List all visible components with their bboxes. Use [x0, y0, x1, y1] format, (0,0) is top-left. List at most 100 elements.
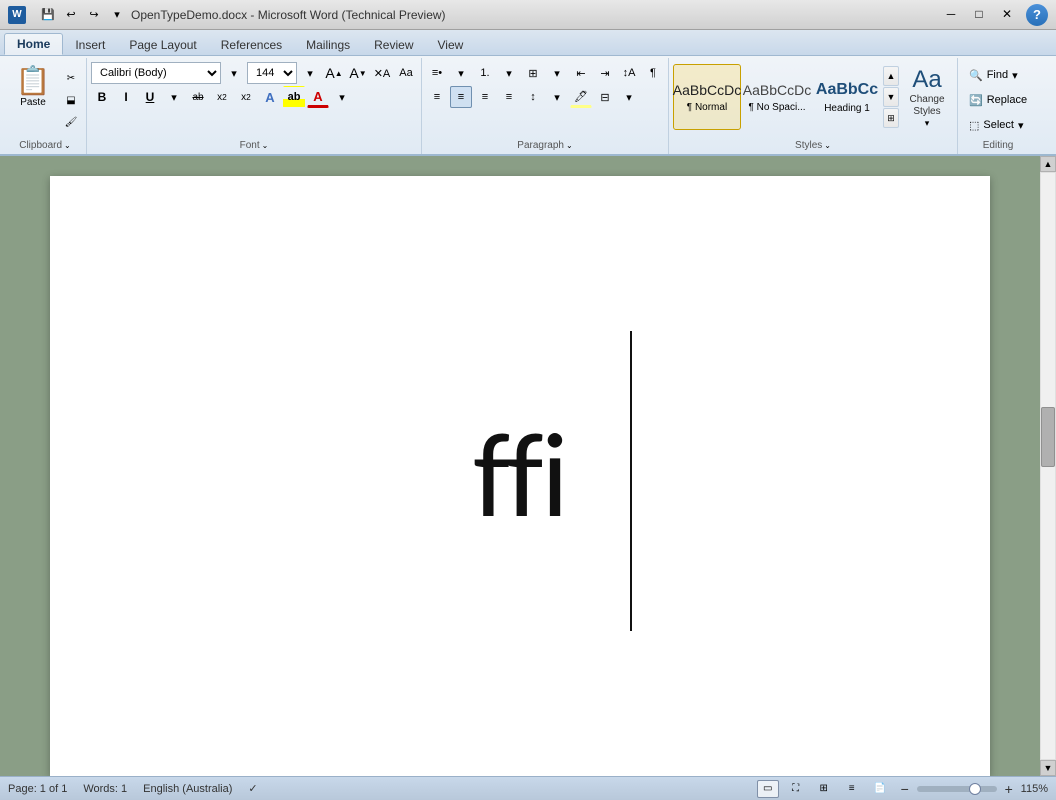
text-color-btn[interactable]: A — [307, 86, 329, 108]
clipboard-area: 📋 Paste ✂ ⬓ 🖌 — [8, 60, 82, 132]
tab-insert[interactable]: Insert — [63, 35, 117, 55]
strikethrough-button[interactable]: ab — [187, 86, 209, 108]
font-size-dropdown[interactable]: ▾ — [299, 62, 321, 84]
multilevel-btn[interactable]: ⊞ — [522, 62, 544, 84]
font-group-label: Font — [240, 140, 260, 151]
scroll-track[interactable] — [1041, 173, 1055, 759]
align-right-btn[interactable]: ≡ — [474, 86, 496, 108]
print-layout-btn[interactable]: ▭ — [757, 780, 779, 798]
document-area[interactable]: ffi — [0, 156, 1040, 776]
help-button[interactable]: ? — [1026, 4, 1048, 26]
styles-expand-btn[interactable]: ⊞ — [883, 108, 899, 128]
text-effects-btn[interactable]: A — [259, 86, 281, 108]
redo-quick-btn[interactable]: ↪ — [84, 5, 104, 25]
language-info: English (Australia) — [143, 783, 232, 795]
document-content[interactable]: ffi — [50, 176, 990, 776]
paragraph-expand-icon[interactable]: ⌄ — [566, 141, 573, 150]
title-bar: W 💾 ↩ ↪ ▾ OpenTypeDemo.docx - Microsoft … — [0, 0, 1056, 30]
style-heading1[interactable]: AaBbCc Heading 1 — [813, 64, 881, 130]
numbering-btn[interactable]: 1. — [474, 62, 496, 84]
increase-font-btn[interactable]: A▲ — [323, 62, 345, 84]
minimize-button[interactable]: ─ — [938, 4, 964, 24]
web-layout-btn[interactable]: ⊞ — [813, 780, 835, 798]
full-screen-btn[interactable]: ⛶ — [785, 780, 807, 798]
document-page[interactable]: ffi — [50, 176, 990, 776]
language-check-icon: ✓ — [248, 782, 257, 795]
tab-home[interactable]: Home — [4, 33, 63, 55]
styles-expand-icon[interactable]: ⌄ — [824, 141, 831, 150]
font-expand-icon[interactable]: ⌄ — [262, 141, 269, 150]
show-hide-btn[interactable]: ¶ — [642, 62, 664, 84]
borders-btn[interactable]: ⊟ — [594, 86, 616, 108]
tab-view[interactable]: View — [426, 35, 476, 55]
scroll-down-button[interactable]: ▼ — [1040, 760, 1056, 776]
line-spacing-btn[interactable]: ↕ — [522, 86, 544, 108]
text-highlight-btn[interactable]: ab — [283, 86, 305, 108]
italic-button[interactable]: I — [115, 86, 137, 108]
multilevel-dropdown[interactable]: ▾ — [546, 62, 568, 84]
decrease-font-btn[interactable]: A▼ — [347, 62, 369, 84]
bullets-dropdown[interactable]: ▾ — [450, 62, 472, 84]
zoom-out-btn[interactable]: − — [897, 781, 913, 797]
scroll-thumb[interactable] — [1041, 407, 1055, 467]
cut-button[interactable]: ✂ — [60, 68, 82, 88]
paste-button[interactable]: 📋 Paste — [8, 64, 58, 128]
align-center-btn[interactable]: ≡ — [450, 86, 472, 108]
change-styles-dropdown[interactable]: ▾ — [925, 118, 930, 129]
bold-button[interactable]: B — [91, 86, 113, 108]
styles-scroll-down[interactable]: ▼ — [883, 87, 899, 107]
title-bar-title: OpenTypeDemo.docx - Microsoft Word (Tech… — [131, 8, 446, 22]
para-row-2: ≡ ≡ ≡ ≡ ↕ ▾ 🖊 ⊟ ▾ — [426, 86, 664, 108]
scroll-up-button[interactable]: ▲ — [1040, 156, 1056, 172]
copy-button[interactable]: ⬓ — [60, 90, 82, 110]
bullets-btn[interactable]: ≡• — [426, 62, 448, 84]
font-size-select[interactable]: 144 — [247, 62, 297, 84]
select-dropdown[interactable]: ▾ — [1018, 119, 1024, 132]
font-name-select[interactable]: Calibri (Body) — [91, 62, 221, 84]
clipboard-expand-icon[interactable]: ⌄ — [64, 141, 71, 150]
numbering-dropdown[interactable]: ▾ — [498, 62, 520, 84]
document-text[interactable]: ffi — [473, 416, 567, 536]
style-no-spacing[interactable]: AaBbCcDc ¶ No Spaci... — [743, 64, 811, 130]
undo-quick-btn[interactable]: ↩ — [61, 5, 81, 25]
align-left-btn[interactable]: ≡ — [426, 86, 448, 108]
decrease-indent-btn[interactable]: ⇤ — [570, 62, 592, 84]
vertical-scrollbar[interactable]: ▲ ▼ — [1040, 156, 1056, 776]
justify-btn[interactable]: ≡ — [498, 86, 520, 108]
select-button[interactable]: ⬚ Select ▾ — [962, 114, 1034, 136]
text-color-dropdown[interactable]: ▾ — [331, 86, 353, 108]
quick-access-dropdown[interactable]: ▾ — [107, 5, 127, 25]
styles-scroll-up[interactable]: ▲ — [883, 66, 899, 86]
borders-dropdown[interactable]: ▾ — [618, 86, 640, 108]
line-spacing-dropdown[interactable]: ▾ — [546, 86, 568, 108]
change-styles-button[interactable]: Aa ChangeStyles ▾ — [901, 64, 953, 130]
tab-review[interactable]: Review — [362, 35, 425, 55]
zoom-in-btn[interactable]: + — [1001, 781, 1017, 797]
increase-indent-btn[interactable]: ⇥ — [594, 62, 616, 84]
zoom-controls: − + 115% — [897, 781, 1048, 797]
style-normal[interactable]: AaBbCcDc ¶ Normal — [673, 64, 741, 130]
superscript-button[interactable]: x2 — [235, 86, 257, 108]
save-quick-btn[interactable]: 💾 — [38, 5, 58, 25]
sort-btn[interactable]: ↕A — [618, 62, 640, 84]
replace-button[interactable]: 🔄 Replace — [962, 89, 1034, 111]
find-button[interactable]: 🔍 Find ▾ — [962, 64, 1034, 86]
format-painter-button[interactable]: 🖌 — [60, 112, 82, 132]
zoom-slider-thumb[interactable] — [969, 783, 981, 795]
shading-btn[interactable]: 🖊 — [570, 86, 592, 108]
tab-page-layout[interactable]: Page Layout — [117, 35, 208, 55]
find-dropdown[interactable]: ▾ — [1012, 69, 1018, 82]
close-button[interactable]: ✕ — [994, 4, 1020, 24]
tab-mailings[interactable]: Mailings — [294, 35, 362, 55]
underline-dropdown[interactable]: ▾ — [163, 86, 185, 108]
tab-references[interactable]: References — [209, 35, 294, 55]
subscript-button[interactable]: x2 — [211, 86, 233, 108]
clear-format-btn[interactable]: ✕A — [371, 62, 393, 84]
draft-btn[interactable]: 📄 — [869, 780, 891, 798]
font-name-dropdown[interactable]: ▾ — [223, 62, 245, 84]
underline-button[interactable]: U — [139, 86, 161, 108]
change-case-btn[interactable]: Aa — [395, 62, 417, 84]
zoom-slider-track[interactable] — [917, 786, 997, 792]
outline-btn[interactable]: ≡ — [841, 780, 863, 798]
maximize-button[interactable]: □ — [966, 4, 992, 24]
